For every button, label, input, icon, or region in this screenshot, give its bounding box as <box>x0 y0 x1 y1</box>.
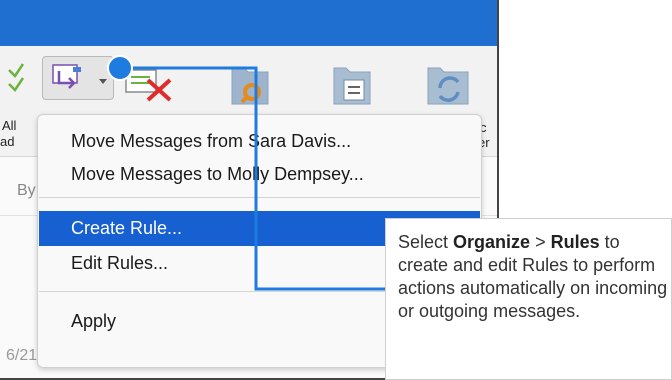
folder-sync-icon[interactable] <box>424 58 474 112</box>
folder-properties-icon[interactable] <box>330 60 374 112</box>
delete-rule-icon[interactable] <box>124 66 176 102</box>
menu-item-create-rule[interactable]: Create Rule... <box>71 218 182 239</box>
all-read-label-2: ad <box>0 134 15 149</box>
rules-button[interactable] <box>42 56 114 100</box>
title-bar <box>0 0 497 46</box>
rules-icon <box>52 64 107 89</box>
all-read-label: All <box>2 118 17 133</box>
menu-item-move-from[interactable]: Move Messages from Sara Davis... <box>71 131 351 152</box>
callout-organize: Organize <box>453 232 531 252</box>
sort-by-label[interactable]: By <box>17 182 36 200</box>
callout-rules: Rules <box>550 232 600 252</box>
folder-key-icon[interactable] <box>228 58 274 112</box>
menu-separator <box>39 197 480 198</box>
menu-item-move-to[interactable]: Move Messages to Molly Dempsey... <box>71 164 364 185</box>
callout-text: Select Organize > Rules to create and ed… <box>398 231 672 323</box>
menu-item-edit-rules[interactable]: Edit Rules... <box>71 253 168 274</box>
callout-box: Select Organize > Rules to create and ed… <box>385 218 672 380</box>
callout-separator: > <box>530 232 551 252</box>
check-icon <box>8 63 25 92</box>
menu-item-apply[interactable]: Apply <box>71 311 116 332</box>
callout-text-part: Select <box>398 232 454 252</box>
